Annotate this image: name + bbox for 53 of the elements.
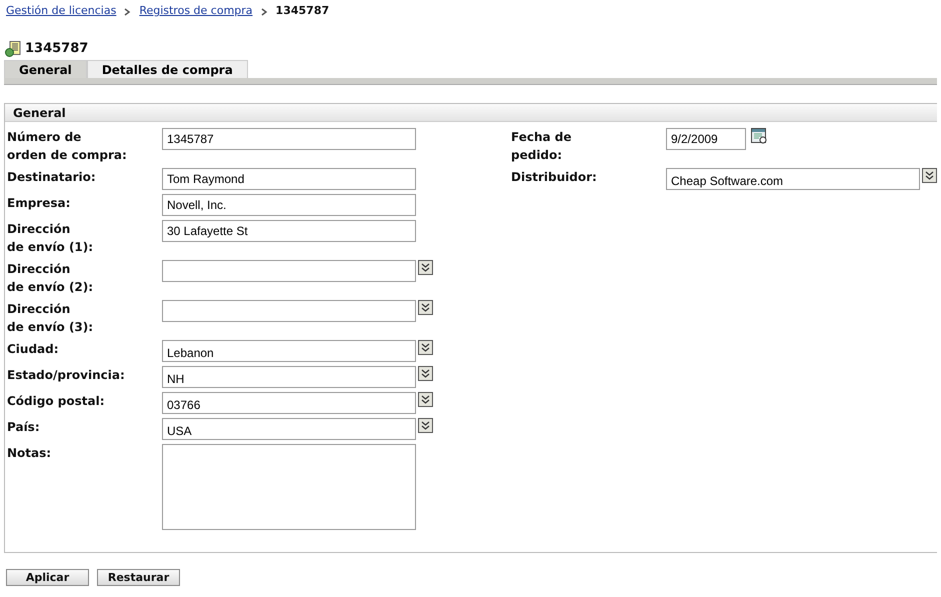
double-chevron-icon bbox=[925, 171, 934, 180]
double-chevron-icon bbox=[421, 303, 430, 312]
tab[interactable]: General bbox=[4, 60, 87, 78]
combo-field[interactable]: USA bbox=[162, 418, 416, 440]
field-label: Fecha de pedido: bbox=[511, 129, 573, 164]
field-label: Ciudad: bbox=[7, 341, 60, 358]
field-label: Dirección de envío (1): bbox=[7, 221, 94, 256]
double-chevron-icon bbox=[421, 421, 430, 430]
breadcrumb-link[interactable]: Registros de compra bbox=[139, 3, 253, 20]
combo-field[interactable] bbox=[162, 260, 416, 282]
field-label: Empresa: bbox=[7, 195, 72, 212]
combo-field[interactable]: NH bbox=[162, 366, 416, 388]
field-label: Código postal: bbox=[7, 393, 106, 410]
tab[interactable]: Detalles de compra bbox=[86, 60, 248, 78]
text-field[interactable]: Novell, Inc. bbox=[162, 194, 416, 216]
dropdown-button[interactable] bbox=[418, 366, 433, 381]
field-label: Dirección de envío (2): bbox=[7, 261, 94, 296]
dropdown-button[interactable] bbox=[418, 300, 433, 315]
form-button[interactable]: Aplicar bbox=[6, 569, 89, 586]
dropdown-button[interactable] bbox=[418, 260, 433, 275]
dropdown-button[interactable] bbox=[418, 392, 433, 407]
text-field[interactable]: 30 Lafayette St bbox=[162, 220, 416, 242]
field-label: Número de orden de compra: bbox=[7, 129, 128, 164]
double-chevron-icon bbox=[421, 263, 430, 272]
double-chevron-icon bbox=[421, 395, 430, 404]
chevron-right-icon bbox=[260, 8, 268, 16]
double-chevron-icon bbox=[421, 369, 430, 378]
text-field[interactable]: 1345787 bbox=[162, 128, 416, 150]
breadcrumb-link[interactable]: Gestión de licencias bbox=[6, 3, 116, 20]
notes-field[interactable] bbox=[162, 444, 416, 530]
date-field[interactable]: 9/2/2009 bbox=[666, 128, 746, 150]
combo-field[interactable]: Lebanon bbox=[162, 340, 416, 362]
chevron-right-icon bbox=[124, 8, 132, 16]
breadcrumb-current: 1345787 bbox=[276, 3, 330, 20]
dropdown-button[interactable] bbox=[418, 340, 433, 355]
text-field[interactable]: Tom Raymond bbox=[162, 168, 416, 190]
double-chevron-icon bbox=[421, 343, 430, 352]
combo-field[interactable] bbox=[162, 300, 416, 322]
field-label: Destinatario: bbox=[7, 169, 97, 186]
dropdown-button[interactable] bbox=[922, 168, 937, 183]
dropdown-button[interactable] bbox=[418, 418, 433, 433]
calendar-icon[interactable] bbox=[751, 128, 767, 144]
combo-field[interactable]: Cheap Software.com bbox=[666, 168, 920, 190]
field-label: Dirección de envío (3): bbox=[7, 301, 94, 336]
field-label: Notas: bbox=[7, 445, 52, 462]
page-title: 1345787 bbox=[25, 40, 88, 58]
field-label: Estado/provincia: bbox=[7, 367, 126, 384]
form-button[interactable]: Restaurar bbox=[97, 569, 180, 586]
field-label: País: bbox=[7, 419, 41, 436]
section-header: General bbox=[5, 104, 937, 122]
combo-field[interactable]: 03766 bbox=[162, 392, 416, 414]
field-label: Distribuidor: bbox=[511, 169, 598, 186]
document-money-icon bbox=[5, 41, 21, 57]
